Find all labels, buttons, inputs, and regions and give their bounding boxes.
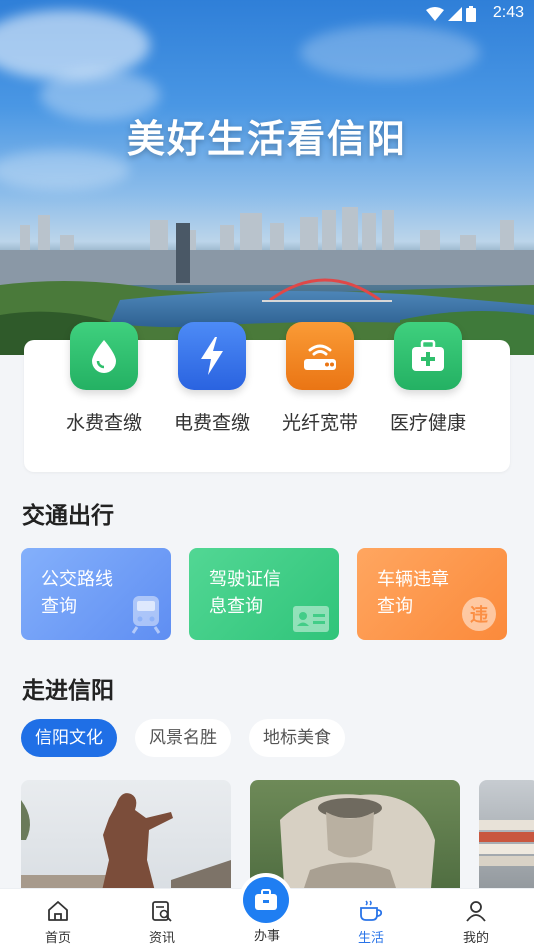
bottom-navigation: 首页 资讯 办事 生活 我的 (0, 877, 534, 950)
card-line1: 公交路线 (41, 569, 113, 590)
user-icon (446, 899, 506, 923)
coffee-cup-icon (341, 899, 401, 923)
nav-services-label-wrap[interactable]: 办事 (237, 925, 297, 944)
culture-photo-books[interactable] (479, 780, 534, 900)
wifi-icon (426, 7, 444, 21)
nav-label: 办事 (253, 929, 280, 944)
home-icon (28, 899, 88, 923)
nav-label: 生活 (357, 931, 384, 946)
service-grid: 水费查缴 电费查缴 光纤宽带 医疗健康 (24, 322, 510, 472)
bus-route-card[interactable]: 公交路线 查询 (21, 548, 171, 640)
battery-icon (466, 6, 476, 22)
status-bar: 2:43 (0, 0, 534, 28)
culture-photo-statue[interactable] (21, 780, 231, 900)
nav-home[interactable]: 首页 (28, 899, 88, 946)
service-label: 光纤宽带 (281, 412, 358, 434)
nav-label: 我的 (462, 931, 489, 946)
service-label: 水费查缴 (65, 412, 142, 434)
bus-icon (131, 596, 161, 634)
nav-life[interactable]: 生活 (341, 899, 401, 946)
service-label: 医疗健康 (389, 412, 466, 434)
service-broadband[interactable]: 光纤宽带 (270, 322, 370, 435)
nav-news[interactable]: 资讯 (132, 899, 192, 946)
driver-license-card[interactable]: 驾驶证信 息查询 (189, 548, 339, 640)
hero-title: 美好生活看信阳 (126, 117, 407, 161)
service-water-bill[interactable]: 水费查缴 (54, 322, 154, 435)
nav-profile[interactable]: 我的 (446, 899, 506, 946)
briefcase-icon (255, 889, 277, 910)
hero-banner: 美好生活看信阳 (0, 0, 534, 355)
transport-section-title: 交通出行 (22, 503, 114, 529)
lightning-icon (178, 322, 246, 390)
tab-culture[interactable]: 信阳文化 (21, 719, 117, 757)
medical-kit-icon (394, 322, 462, 390)
router-icon (286, 322, 354, 390)
service-medical[interactable]: 医疗健康 (378, 322, 478, 435)
explore-section-title: 走进信阳 (22, 678, 114, 704)
culture-photo-monument[interactable] (250, 780, 460, 900)
news-icon (132, 899, 192, 923)
service-electric-bill[interactable]: 电费查缴 (162, 322, 262, 435)
service-label: 电费查缴 (173, 412, 250, 434)
signal-icon (448, 7, 462, 21)
nav-services-button[interactable] (243, 877, 289, 923)
vehicle-violation-card[interactable]: 车辆违章 查询 违 (357, 548, 507, 640)
water-drop-icon (70, 322, 138, 390)
status-time: 2:43 (492, 4, 524, 21)
nav-label: 资讯 (148, 931, 175, 946)
violation-icon: 违 (462, 597, 496, 631)
svg-text:违: 违 (470, 604, 488, 626)
cloud-decoration (300, 25, 480, 80)
id-card-icon (293, 606, 329, 632)
nav-label: 首页 (44, 931, 71, 946)
card-line1: 驾驶证信 (209, 569, 281, 590)
tab-food[interactable]: 地标美食 (249, 719, 345, 757)
tab-scenery[interactable]: 风景名胜 (135, 719, 231, 757)
card-line1: 车辆违章 (377, 569, 449, 590)
